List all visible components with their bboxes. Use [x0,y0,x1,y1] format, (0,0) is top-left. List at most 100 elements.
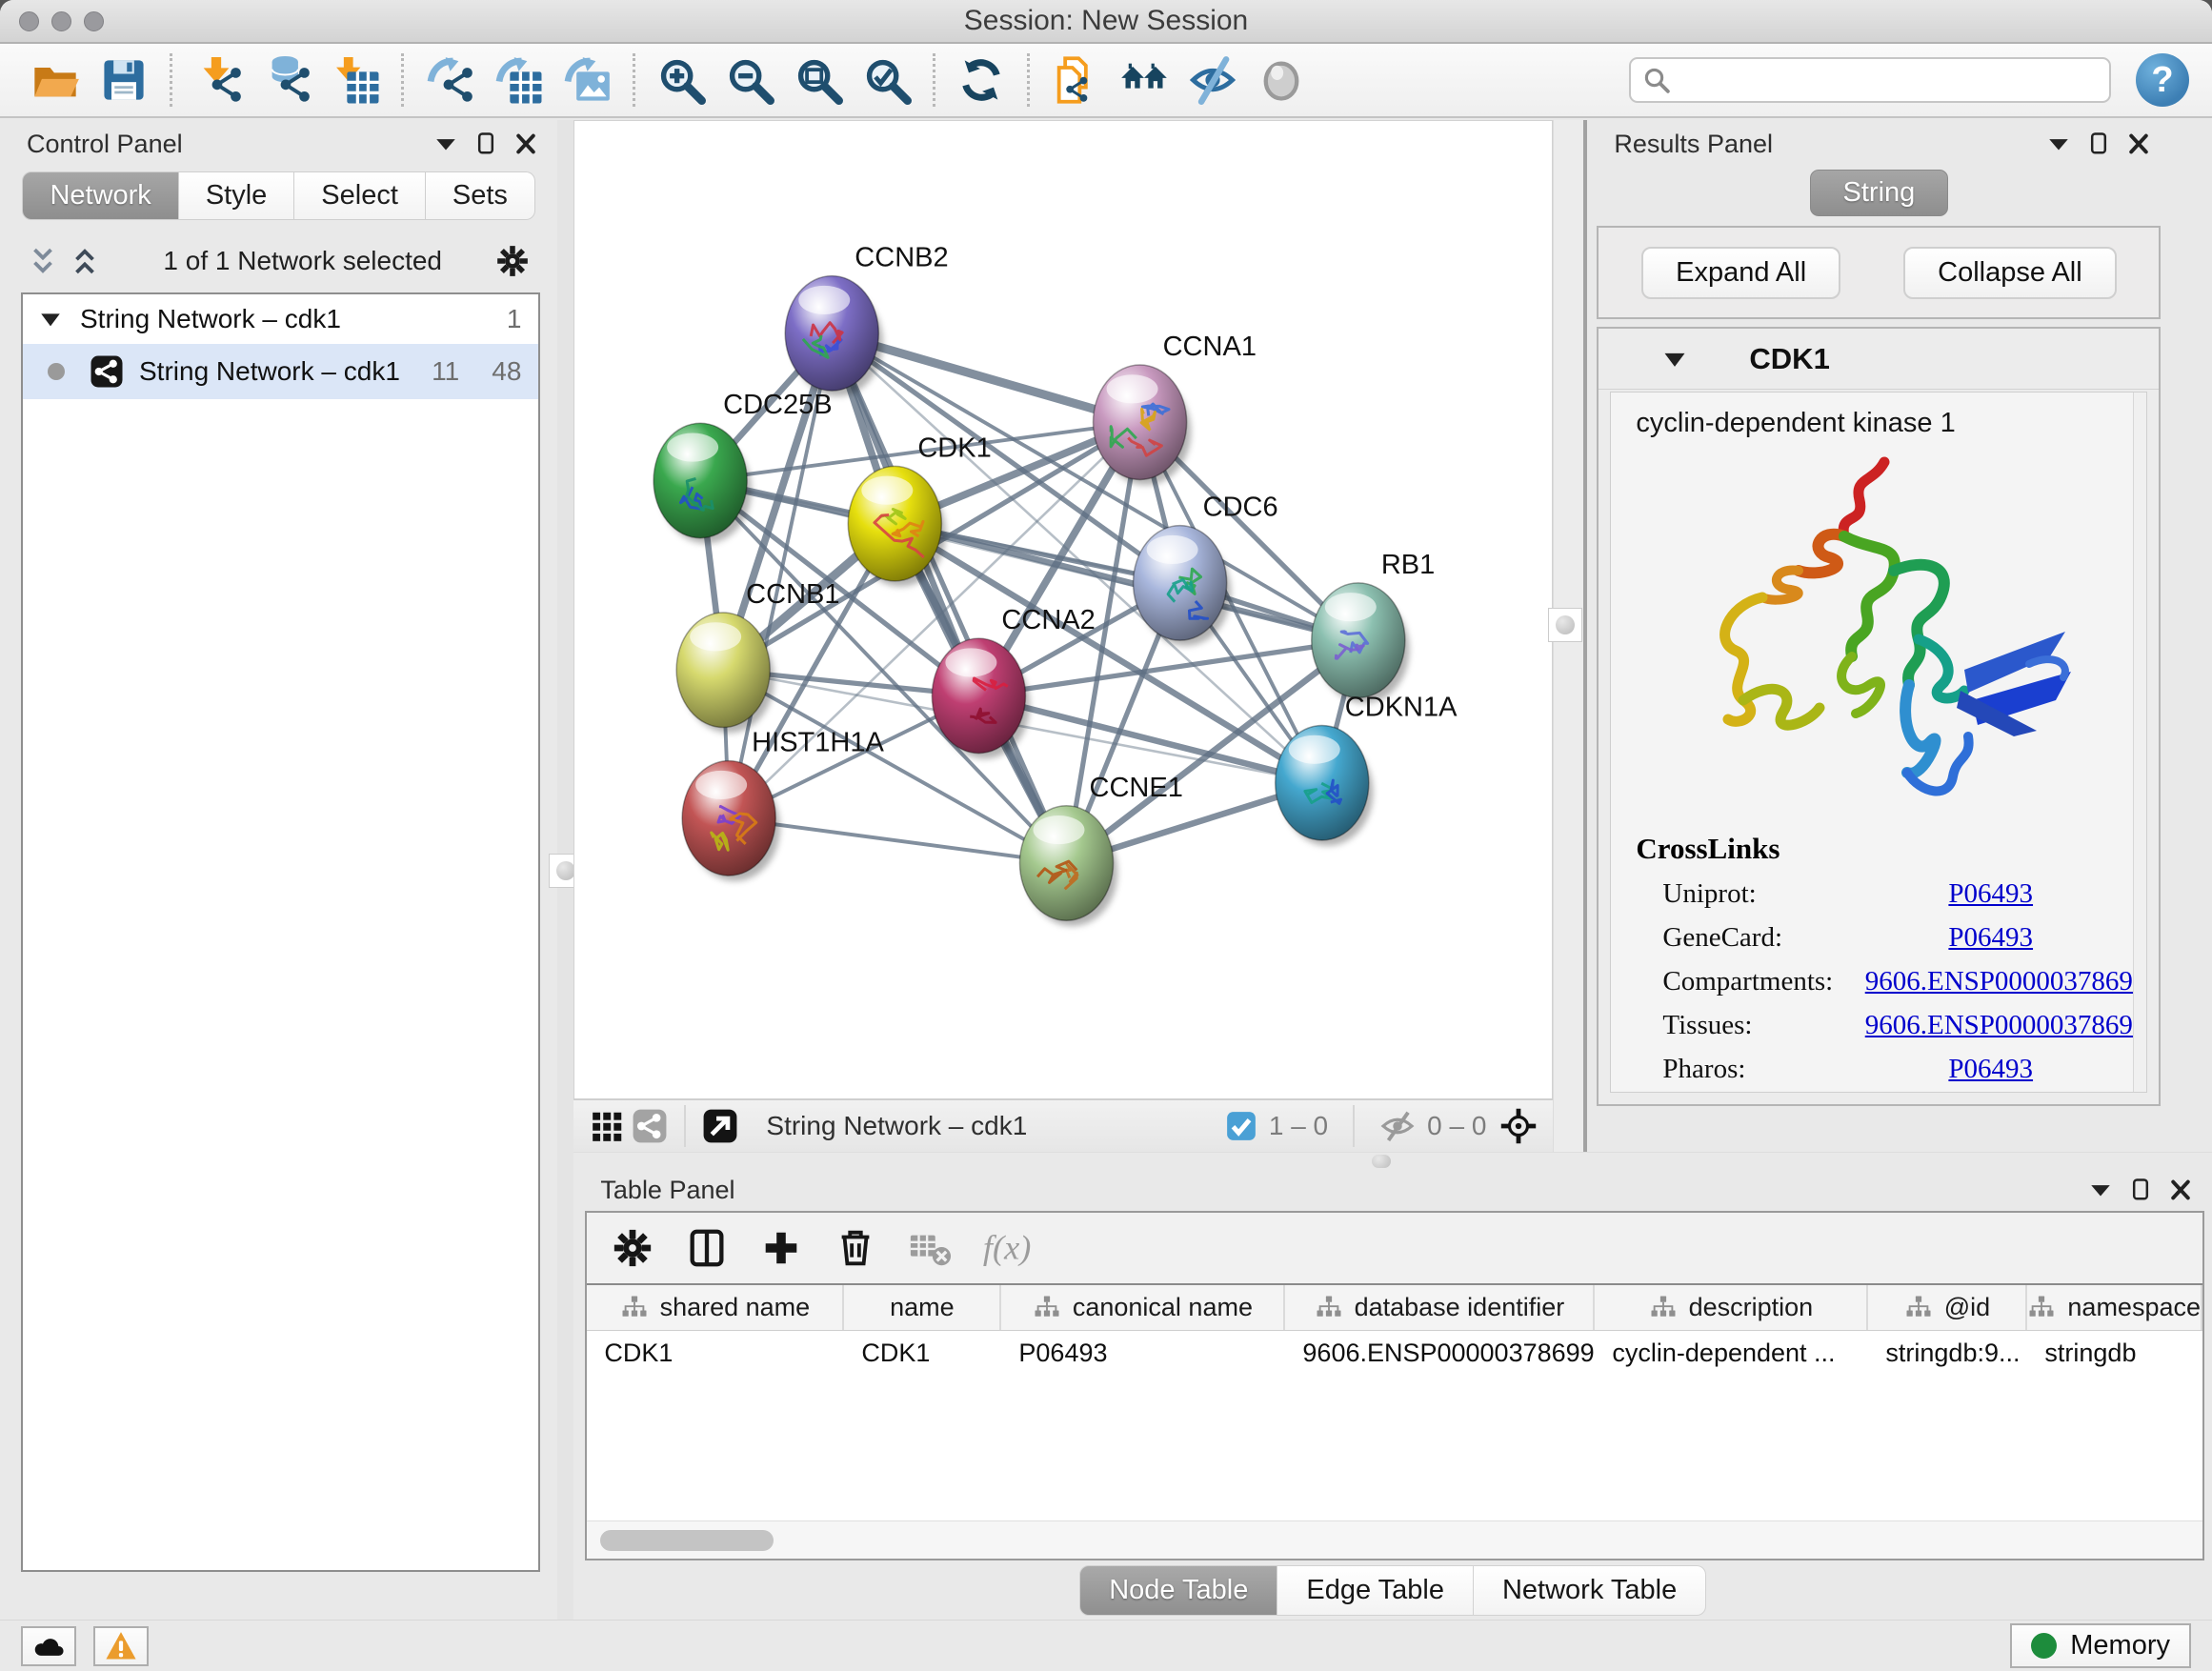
export-network-button[interactable] [423,52,476,108]
import-table-file-icon [331,55,380,105]
tab-network[interactable]: Network [22,171,178,220]
splitter-handle[interactable] [1372,1155,1391,1168]
tab-network-table[interactable]: Network Table [1474,1565,1706,1616]
zoom-fit-button[interactable] [792,52,845,108]
warning-status-button[interactable] [93,1626,149,1666]
import-network-file-button[interactable] [191,52,245,108]
export-image-button[interactable] [560,52,613,108]
protein-structure-image [1686,445,2096,818]
splitter-handle[interactable] [1548,608,1582,642]
tab-select[interactable]: Select [294,171,426,220]
float-panel-icon[interactable] [2086,131,2111,156]
network-edge-CCNB2-CCNE1[interactable] [833,333,1067,863]
crosslink-link[interactable]: P06493 [1948,1054,2033,1085]
gene-entry-header[interactable]: CDK1 [1599,329,2159,390]
table-panel-header: Table Panel [573,1169,2212,1211]
tab-node-table[interactable]: Node Table [1079,1565,1277,1616]
column-header-shared-name[interactable]: shared name [587,1285,844,1330]
float-panel-icon[interactable] [473,131,498,156]
tab-sets[interactable]: Sets [426,171,535,220]
column-attribute-icon [620,1294,649,1322]
open-session-folder-button[interactable] [29,52,82,108]
scrollbar-thumb[interactable] [600,1530,774,1551]
network-overview-icon[interactable] [629,1106,671,1146]
crosslink-link[interactable]: 9606.ENSP00000378699 [1865,966,2147,997]
network-edge-CDK1-RB1[interactable] [895,524,1358,640]
network-collection-row[interactable]: String Network – cdk1 1 [23,294,538,344]
network-node-CDC6[interactable]: CDC6 [1134,493,1278,646]
table-panel-splitter[interactable] [573,1152,2212,1169]
show-column-icon[interactable] [682,1223,732,1273]
network-node-HIST1H1A[interactable]: HIST1H1A [683,728,885,881]
crosslink-link[interactable]: P06493 [1948,922,2033,954]
apply-preferred-layout-button[interactable] [955,52,1008,108]
table-horizontal-scrollbar[interactable] [587,1520,2202,1559]
column-header-namespace[interactable]: namespace [2027,1285,2202,1330]
network-selected-status: 1 of 1 Network selected [111,246,494,276]
table-row[interactable]: CDK1CDK1P064939606.ENSP00000378699cyclin… [587,1331,2202,1375]
export-image-icon [562,55,612,105]
import-network-database-button[interactable] [260,52,313,108]
network-node-CCNB2[interactable]: CCNB2 [786,243,949,396]
help-button[interactable]: ? [2136,53,2189,107]
table-settings-gear-icon[interactable] [608,1223,657,1273]
toolbar-separator [1027,53,1030,107]
tab-string[interactable]: String [1810,170,1949,216]
close-panel-icon[interactable] [513,131,538,156]
network-canvas[interactable]: CCNB2CCNA1CDC25BCDK1CDC6RB1CCNB1CCNA2CDK… [573,120,1553,1098]
crosslink-link[interactable]: P06493 [1948,878,2033,910]
left-panel-splitter[interactable] [557,120,573,1620]
close-panel-icon[interactable] [2126,131,2151,156]
import-table-file-button[interactable] [329,52,382,108]
export-table-button[interactable] [492,52,545,108]
panel-menu-icon[interactable] [433,131,458,156]
close-panel-icon[interactable] [2168,1178,2193,1202]
crosslink-link[interactable]: 9606.ENSP00000378699 [1865,1010,2147,1041]
network-node-CCNB1[interactable]: CCNB1 [677,579,840,733]
network-node-CCNA1[interactable]: CCNA1 [1094,332,1257,485]
panel-menu-icon[interactable] [2088,1178,2113,1202]
panel-menu-icon[interactable] [2046,131,2071,156]
expand-all-networks-icon[interactable] [69,245,101,277]
network-node-CDKN1A[interactable]: CDKN1A [1276,692,1458,845]
network-node-CCNE1[interactable]: CCNE1 [1020,773,1183,926]
detach-view-icon[interactable] [699,1106,741,1146]
zoom-out-icon [725,55,774,105]
collapse-entry-icon[interactable] [1661,346,1688,372]
selected-checkbox-icon [1225,1110,1257,1142]
tree-expand-icon[interactable] [38,307,63,332]
show-all-button[interactable] [1255,52,1308,108]
network-node-RB1[interactable]: RB1 [1312,550,1436,703]
results-scrollbar[interactable] [2133,393,2146,1092]
column-header-database-identifier[interactable]: database identifier [1285,1285,1595,1330]
delete-column-icon[interactable] [831,1223,880,1273]
network-row[interactable]: String Network – cdk1 11 48 [23,344,538,399]
zoom-selected-button[interactable] [860,52,914,108]
network-options-gear-icon[interactable] [494,243,531,279]
right-panel-splitter[interactable] [1553,120,1583,1152]
zoom-out-button[interactable] [723,52,776,108]
zoom-in-button[interactable] [654,52,708,108]
expand-all-button[interactable]: Expand All [1641,247,1840,299]
tab-style[interactable]: Style [179,171,294,220]
column-header-description[interactable]: description [1595,1285,1868,1330]
function-builder-icon[interactable]: f(x) [979,1223,1065,1273]
birdseye-crosshair-icon[interactable] [1498,1106,1539,1146]
save-session-button[interactable] [97,52,151,108]
first-neighbors-button[interactable] [1117,52,1171,108]
new-network-from-selection-button[interactable] [1049,52,1102,108]
memory-button[interactable]: Memory [2010,1623,2191,1668]
graphics-details-icon[interactable] [587,1106,629,1146]
column-header--id[interactable]: @id [1868,1285,2027,1330]
tab-edge-table[interactable]: Edge Table [1277,1565,1474,1616]
float-panel-icon[interactable] [2128,1178,2153,1202]
collapse-all-networks-icon[interactable] [27,245,59,277]
search-input[interactable] [1629,57,2111,103]
create-column-icon[interactable] [756,1223,806,1273]
column-header-name[interactable]: name [844,1285,1001,1330]
collapse-all-button[interactable]: Collapse All [1903,247,2117,299]
column-header-canonical-name[interactable]: canonical name [1001,1285,1285,1330]
hide-selected-button[interactable] [1186,52,1239,108]
cloud-status-button[interactable] [21,1626,76,1666]
delete-table-icon[interactable] [905,1223,955,1273]
